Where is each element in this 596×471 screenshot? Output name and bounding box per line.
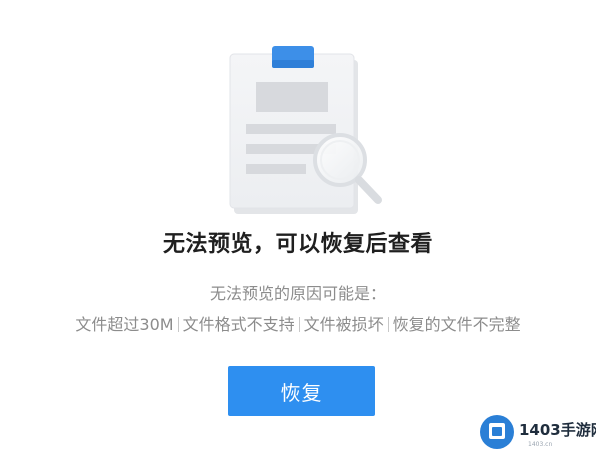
reason-item: 文件被损坏 bbox=[303, 315, 384, 334]
reason-list: 文件超过30M 文件格式不支持 文件被损坏 恢复的文件不完整 bbox=[0, 311, 596, 335]
reason-separator bbox=[177, 317, 179, 332]
file-preview-illustration bbox=[210, 38, 400, 218]
watermark-url: 1403.cn bbox=[528, 441, 553, 448]
watermark-logo-icon bbox=[480, 415, 514, 449]
document-magnifier-icon bbox=[229, 46, 382, 214]
site-watermark: 1403手游网 1403.cn bbox=[480, 413, 596, 453]
watermark-name: 1403手游网 bbox=[519, 421, 596, 439]
restore-button[interactable]: 恢复 bbox=[228, 366, 375, 416]
page-title: 无法预览，可以恢复后查看 bbox=[162, 232, 433, 257]
reason-item: 恢复的文件不完整 bbox=[392, 315, 521, 334]
reason-item: 文件格式不支持 bbox=[182, 315, 295, 334]
reason-item: 文件超过30M bbox=[75, 315, 174, 334]
reason-separator bbox=[387, 317, 389, 332]
reason-separator bbox=[298, 317, 300, 332]
reason-heading: 无法预览的原因可能是： bbox=[209, 284, 386, 303]
